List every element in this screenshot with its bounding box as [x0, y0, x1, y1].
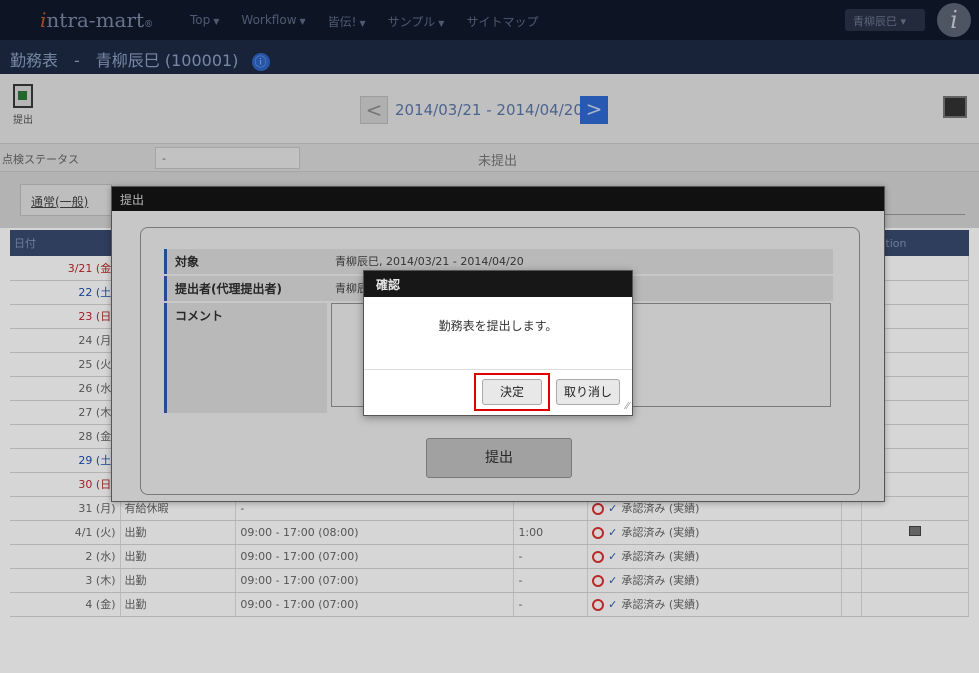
- confirm-message: 勤務表を提出します。: [438, 319, 558, 333]
- confirm-cancel-button[interactable]: 取り消し: [556, 379, 620, 405]
- resize-grip-icon[interactable]: ⁄⁄: [626, 401, 629, 412]
- confirm-divider: [364, 369, 632, 370]
- confirm-dialog-title: 確認: [364, 271, 632, 297]
- confirm-ok-button[interactable]: 決定: [482, 379, 542, 405]
- confirm-dialog: 確認 勤務表を提出します。 決定 取り消し ⁄⁄: [363, 270, 633, 416]
